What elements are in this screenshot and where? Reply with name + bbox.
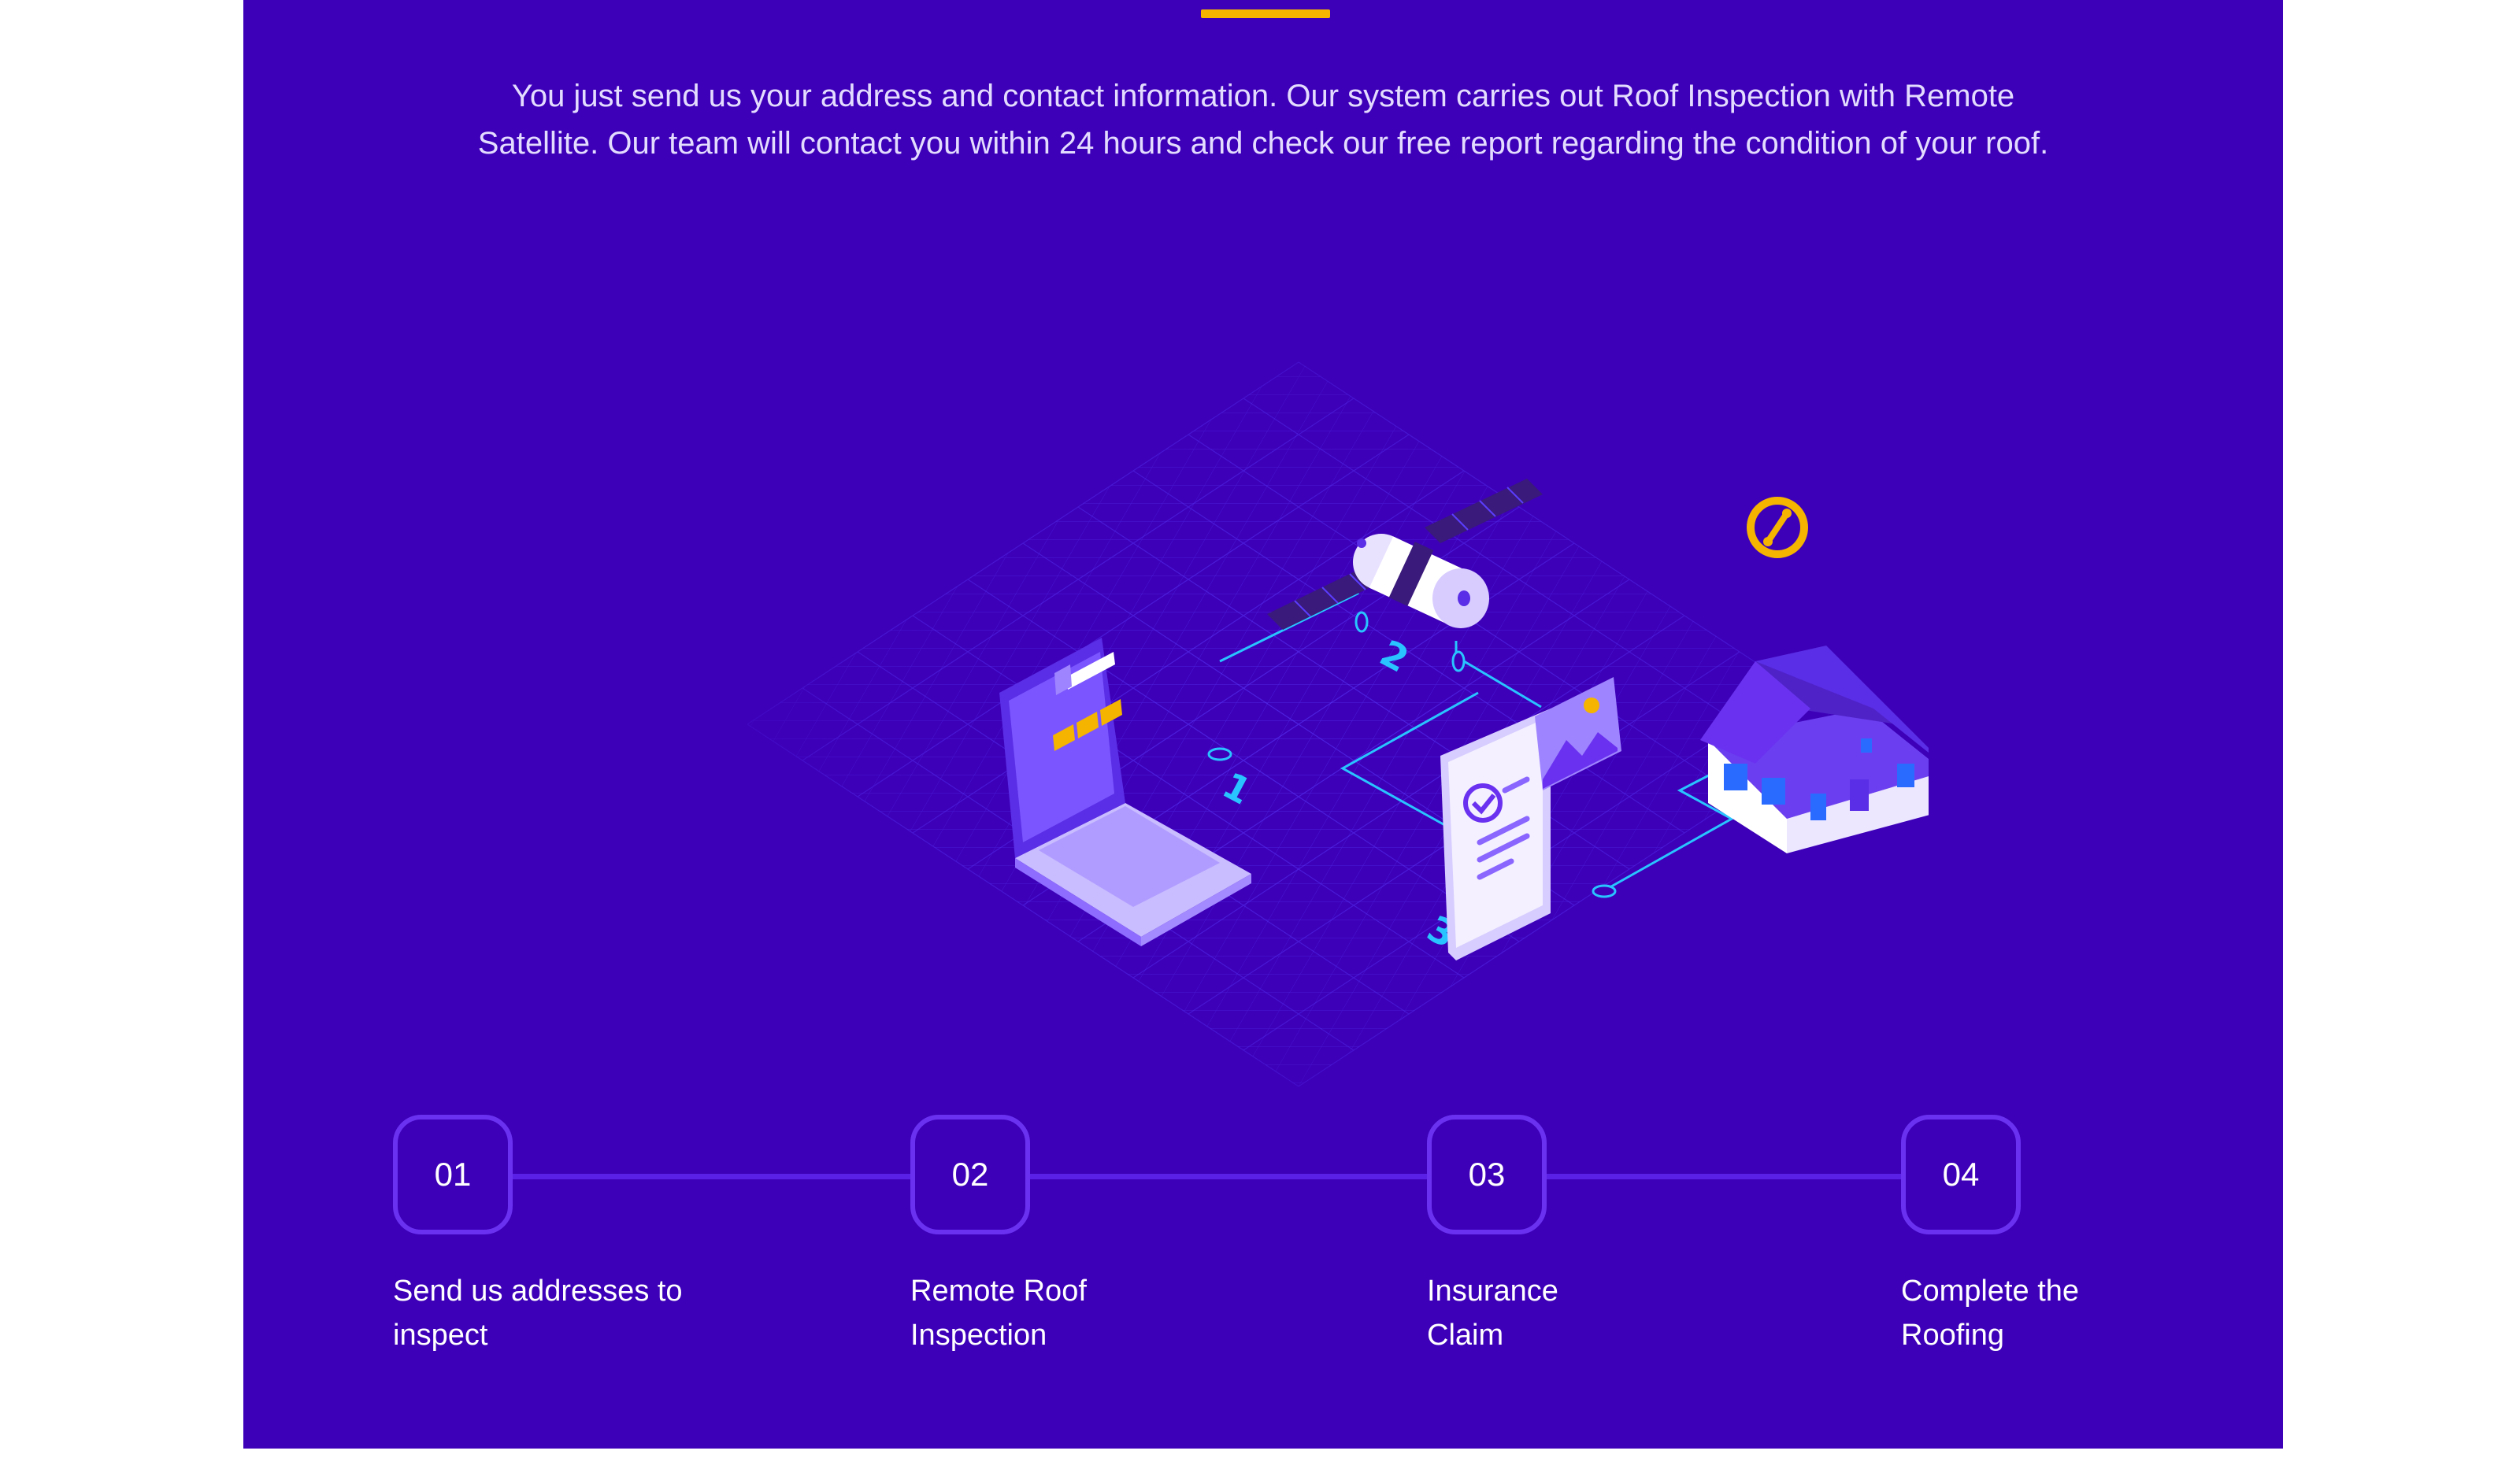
intro-paragraph: You just send us your address and contac… (477, 79, 2049, 161)
step-label-line2: Claim (1427, 1319, 1504, 1352)
step-label: Remote Roof Inspection (910, 1269, 1241, 1357)
step-label-line2: Roofing (1901, 1319, 2004, 1352)
process-illustration: 1 2 3 4 (747, 361, 1929, 1087)
grid-floor (747, 361, 1851, 1087)
step-4: 04 Complete the Roofing (1901, 1115, 2232, 1357)
step-label: Insurance Claim (1427, 1269, 1758, 1357)
step-label-line2: inspect (393, 1319, 488, 1352)
step-label-line2: Inspection (910, 1319, 1047, 1352)
step-number-badge: 03 (1427, 1115, 1547, 1234)
step-label-line1: Insurance (1427, 1275, 1558, 1308)
step-label: Complete the Roofing (1901, 1269, 2232, 1357)
step-label-line1: Remote Roof (910, 1275, 1087, 1308)
step-label-line1: Complete the (1901, 1275, 2080, 1308)
step-label: Send us addresses to inspect (393, 1269, 724, 1357)
how-it-works-section: You just send us your address and contac… (243, 0, 2283, 1449)
step-number-badge: 02 (910, 1115, 1030, 1234)
section-accent-bar (1201, 9, 1330, 18)
step-label-line1: Send us addresses to (393, 1275, 683, 1308)
step-3: 03 Insurance Claim (1427, 1115, 1758, 1357)
step-number-badge: 04 (1901, 1115, 2021, 1234)
step-2: 02 Remote Roof Inspection (910, 1115, 1241, 1357)
step-number-badge: 01 (393, 1115, 513, 1234)
step-1: 01 Send us addresses to inspect (393, 1115, 724, 1357)
